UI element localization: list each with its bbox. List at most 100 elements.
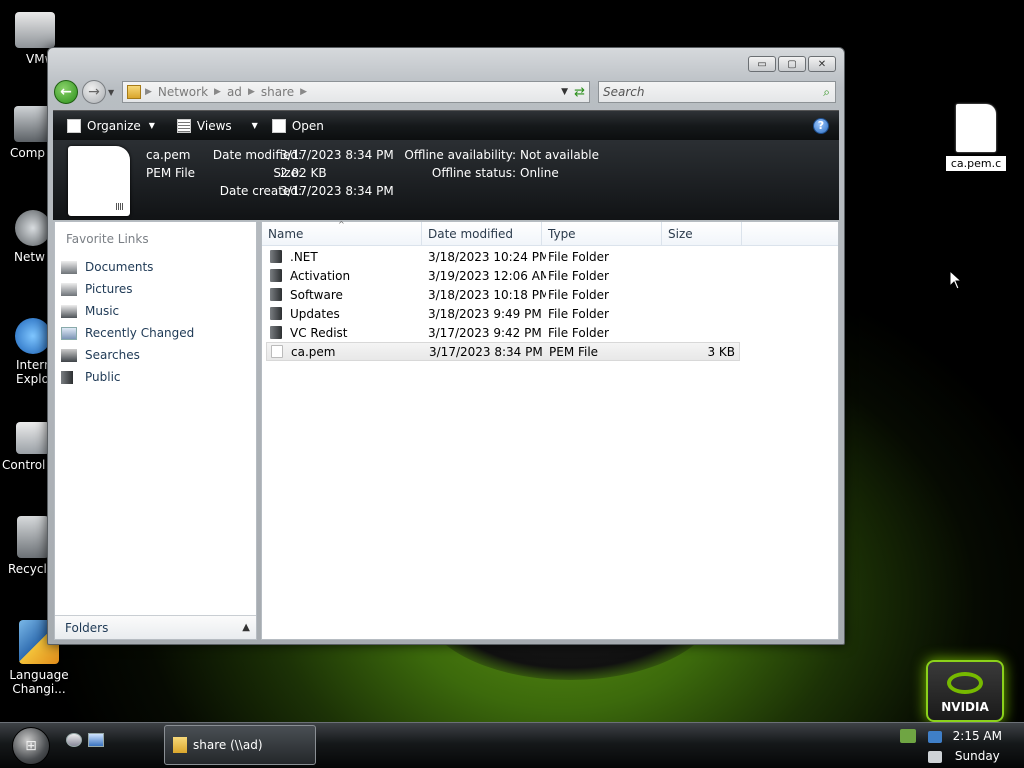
network-icon <box>15 210 51 246</box>
network-status-icon[interactable] <box>928 731 942 743</box>
breadcrumb-separator-icon[interactable]: ▶ <box>248 87 255 97</box>
switch-windows-icon[interactable] <box>88 733 104 747</box>
views-button[interactable]: Views ▼ <box>173 118 262 133</box>
show-desktop-icon[interactable] <box>66 733 82 747</box>
file-icon <box>271 345 283 358</box>
table-row[interactable]: .NET 3/18/2023 10:24 PM File Folder <box>266 247 740 266</box>
control-panel-icon <box>16 422 50 454</box>
folder-icon <box>270 250 282 263</box>
favorite-link-pictures[interactable]: Pictures <box>61 278 194 300</box>
windows-logo-icon: ⊞ <box>25 738 37 754</box>
file-preview-icon <box>68 146 130 216</box>
minimize-button[interactable]: ▭ <box>748 56 776 72</box>
public-folder-icon <box>61 370 73 384</box>
folder-icon <box>173 737 187 753</box>
favorite-links-heading: Favorite Links <box>66 232 149 246</box>
clock-time: 2:15 AM <box>952 729 1002 743</box>
desktop-file-ca-pem[interactable]: ca.pem.c <box>946 104 1006 171</box>
organize-label: Organize <box>87 118 141 133</box>
folder-icon <box>270 326 282 339</box>
table-row[interactable]: Software 3/18/2023 10:18 PM File Folder <box>266 285 740 304</box>
open-icon <box>271 118 286 133</box>
favorite-link-documents[interactable]: Documents <box>61 256 194 278</box>
open-label: Open <box>291 118 324 133</box>
file-list: .NET 3/18/2023 10:24 PM File Folder Acti… <box>266 247 740 361</box>
notification-area <box>898 727 942 765</box>
table-row[interactable]: VC Redist 3/17/2023 9:42 PM File Folder <box>266 323 740 342</box>
breadcrumb-separator-icon[interactable]: ▶ <box>214 87 221 97</box>
search-icon[interactable]: ⌕ <box>823 85 830 100</box>
nvidia-logo[interactable]: NVIDIA <box>926 660 1004 722</box>
recycle-bin-icon <box>17 516 49 558</box>
navigation-row: ← → ▼ ▶ Network ▶ ad ▶ share ▶ ▼ ⇄ Searc… <box>54 78 840 106</box>
refresh-icon[interactable]: ⇄ <box>574 85 585 100</box>
file-list-pane: Name ^ Date modified Type Size .NET 3/18… <box>261 220 839 640</box>
column-header-name[interactable]: Name ^ <box>262 220 422 246</box>
table-row[interactable]: Updates 3/18/2023 9:49 PM File Folder <box>266 304 740 323</box>
favorite-link-music[interactable]: Music <box>61 300 194 322</box>
breadcrumb-separator-icon[interactable]: ▶ <box>300 87 307 97</box>
details-size: 2.02 KB <box>280 166 327 180</box>
help-icon[interactable]: ? <box>813 117 829 134</box>
details-date-modified: 3/17/2023 8:34 PM <box>280 148 394 162</box>
folders-label: Folders <box>65 620 109 635</box>
views-icon <box>176 118 191 133</box>
clock-day: Sunday <box>954 749 1000 763</box>
breadcrumb-network[interactable]: Network <box>158 85 208 99</box>
organize-button[interactable]: Organize ▼ <box>63 118 159 133</box>
favorite-links-list: Documents Pictures Music Recently Change… <box>61 256 194 388</box>
address-dropdown-icon[interactable]: ▼ <box>561 87 568 97</box>
column-header-type[interactable]: Type <box>542 222 662 246</box>
forward-button[interactable]: → <box>82 80 106 104</box>
breadcrumb-ad[interactable]: ad <box>227 85 242 99</box>
taskbar-button-label: share (\\ad) <box>193 738 263 752</box>
maximize-button[interactable]: ▢ <box>778 56 806 72</box>
taskbar-button-share[interactable]: share (\\ad) <box>164 725 316 765</box>
forward-arrow-icon: → <box>88 84 100 100</box>
system-clock[interactable]: 2:15 AM Sunday <box>953 726 1002 766</box>
open-button[interactable]: Open <box>268 118 328 133</box>
recently-changed-icon <box>61 326 77 340</box>
favorite-link-searches[interactable]: Searches <box>61 344 194 366</box>
column-header-size[interactable]: Size <box>662 222 742 246</box>
organize-icon <box>67 118 81 133</box>
music-icon <box>61 304 77 318</box>
safely-remove-hardware-icon[interactable] <box>900 729 916 743</box>
network-folder-icon <box>127 85 141 99</box>
address-bar[interactable]: ▶ Network ▶ ad ▶ share ▶ ▼ ⇄ <box>122 81 590 103</box>
breadcrumb-share[interactable]: share <box>261 85 294 99</box>
favorite-link-recently-changed[interactable]: Recently Changed <box>61 322 194 344</box>
details-file-type: PEM File <box>146 166 196 180</box>
desktop-file-label: ca.pem.c <box>946 156 1006 171</box>
nvidia-eye-icon <box>947 672 983 694</box>
explorer-window: ▭ ▢ ✕ ← → ▼ ▶ Network ▶ ad ▶ share ▶ ▼ ⇄… <box>47 47 845 645</box>
column-header-row: Name ^ Date modified Type Size <box>262 220 838 246</box>
chevron-down-icon: ▼ <box>148 121 155 130</box>
table-row[interactable]: Activation 3/19/2023 12:06 AM File Folde… <box>266 266 740 285</box>
search-input[interactable]: Search ⌕ <box>598 81 836 103</box>
navigation-pane: Favorite Links Documents Pictures Music … <box>54 221 257 640</box>
folder-icon <box>270 269 282 282</box>
close-button[interactable]: ✕ <box>808 56 836 72</box>
sort-ascending-icon: ^ <box>338 220 345 229</box>
favorite-link-public[interactable]: Public <box>61 366 194 388</box>
volume-muted-icon[interactable] <box>928 751 942 763</box>
back-arrow-icon: ← <box>60 84 72 100</box>
column-header-date-modified[interactable]: Date modified <box>422 222 542 246</box>
details-date-created: 3/17/2023 8:34 PM <box>280 184 394 198</box>
window-controls: ▭ ▢ ✕ <box>748 56 836 72</box>
taskbar: ⊞ share (\\ad) 2:15 AM Sunday <box>0 722 1024 768</box>
pictures-icon <box>61 282 77 296</box>
folders-toggle[interactable]: Folders ▲ <box>55 615 256 639</box>
table-row-selected[interactable]: ca.pem 3/17/2023 8:34 PM PEM File 3 KB <box>266 342 740 361</box>
recent-pages-dropdown-icon[interactable]: ▼ <box>108 88 118 97</box>
views-label: Views <box>196 118 232 133</box>
command-bar: Organize ▼ Views ▼ Open ? <box>53 110 839 140</box>
breadcrumb-separator-icon[interactable]: ▶ <box>145 87 152 97</box>
start-button[interactable]: ⊞ <box>12 727 50 765</box>
details-offline-status-label: Offline status: <box>431 166 516 180</box>
documents-icon <box>61 260 77 274</box>
folder-icon <box>270 288 282 301</box>
folder-icon <box>270 307 282 320</box>
back-button[interactable]: ← <box>54 80 78 104</box>
